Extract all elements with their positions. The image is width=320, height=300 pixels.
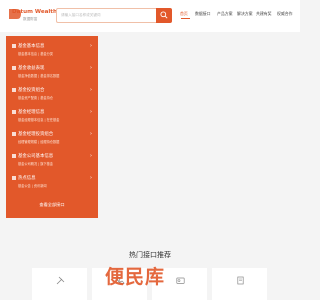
nav-products[interactable]: 产品方案 <box>217 11 233 17</box>
logo-sub: 数据財富 <box>23 17 38 21</box>
bullet-icon <box>12 88 16 92</box>
sidebar-item-fund-portfolio[interactable]: 基金投资组合 基金资产配置 | 基金持仓 › <box>6 84 98 106</box>
search-bar: 请输入接口名称或关键词 <box>56 8 172 23</box>
chevron-right-icon: › <box>90 131 92 137</box>
chevron-right-icon: › <box>90 153 92 159</box>
nav-co-build[interactable]: 共建有奖 <box>256 11 272 17</box>
sidebar-item-fund-performance[interactable]: 基金收益表现 基金净值数据 | 基金排名数据 › <box>6 62 98 84</box>
category-sidebar: 基金基本信息 基金基本信息 | 基金分类 › 基金收益表现 基金净值数据 | 基… <box>6 36 98 218</box>
sidebar-item-subs: 基金基本信息 | 基金分类 <box>18 52 53 56</box>
sidebar-item-fund-manager[interactable]: 基金经理信息 基金经理基本信息 | 在任基金 › <box>6 106 98 128</box>
search-placeholder: 请输入接口名称或关键词 <box>61 13 101 17</box>
page: Datum Wealth 数据財富 请输入接口名称或关键词 首页 数据接口 产品… <box>0 0 300 300</box>
bullet-icon <box>12 176 16 180</box>
sidebar-item-subs: 基金净值数据 | 基金排名数据 <box>18 74 60 78</box>
id-card-icon <box>176 277 185 284</box>
bullet-icon <box>12 132 16 136</box>
sidebar-item-title: 基金基本信息 <box>18 44 45 49</box>
api-card[interactable] <box>212 268 267 300</box>
chevron-right-icon: › <box>90 109 92 115</box>
sidebar-item-subs: 基金资产配置 | 基金持仓 <box>18 96 53 100</box>
nav-data-api[interactable]: 数据接口 <box>195 11 211 17</box>
nav-solutions[interactable]: 解决方案 <box>237 11 253 17</box>
sidebar-item-title: 热点信息 <box>18 176 36 181</box>
sidebar-item-subs: 基金公告 | 资讯新闻 <box>18 184 47 188</box>
sidebar-item-fund-company[interactable]: 基金公司基本信息 基金公司概况 | 旗下基金 › <box>6 150 98 172</box>
bullet-icon <box>12 110 16 114</box>
sidebar-item-subs: 经理管理规模 | 经理持仓数据 <box>18 140 60 144</box>
search-button[interactable] <box>156 8 172 23</box>
bullet-icon <box>12 44 16 48</box>
chevron-right-icon: › <box>90 65 92 71</box>
section-title: 热门接口推荐 <box>129 251 171 259</box>
logo-text: Datum Wealth <box>12 9 57 15</box>
search-icon <box>160 11 168 19</box>
tools-icon <box>56 276 65 285</box>
chevron-right-icon: › <box>90 43 92 49</box>
nav-home[interactable]: 首页 <box>180 11 188 17</box>
sidebar-item-fund-basic[interactable]: 基金基本信息 基金基本信息 | 基金分类 › <box>6 40 98 62</box>
view-all-apis-link[interactable]: 查看全部接口 <box>6 202 98 208</box>
sidebar-item-title: 基金收益表现 <box>18 66 45 71</box>
nav-partners[interactable]: 权威合作 <box>277 11 293 17</box>
bullet-icon <box>12 66 16 70</box>
sidebar-item-title: 基金经理投资组合 <box>18 132 54 137</box>
sidebar-item-title: 基金投资组合 <box>18 88 45 93</box>
sidebar-item-subs: 基金经理基本信息 | 在任基金 <box>18 118 60 122</box>
sidebar-item-hot-info[interactable]: 热点信息 基金公告 | 资讯新闻 › <box>6 172 98 194</box>
sidebar-item-title: 基金公司基本信息 <box>18 154 54 159</box>
chevron-right-icon: › <box>90 175 92 181</box>
hero: 基金基本信息 基金基本信息 | 基金分类 › 基金收益表现 基金净值数据 | 基… <box>0 32 300 222</box>
watermark: 便民库 <box>105 266 166 288</box>
bullet-icon <box>12 154 16 158</box>
nav-active-underline <box>181 18 190 19</box>
sidebar-item-subs: 基金公司概况 | 旗下基金 <box>18 162 53 166</box>
search-input[interactable]: 请输入接口名称或关键词 <box>56 8 156 23</box>
logo[interactable]: Datum Wealth 数据財富 <box>8 7 57 27</box>
sidebar-item-title: 基金经理信息 <box>18 110 45 115</box>
chevron-right-icon: › <box>90 87 92 93</box>
api-card[interactable] <box>32 268 87 300</box>
header: Datum Wealth 数据財富 请输入接口名称或关键词 首页 数据接口 产品… <box>0 0 300 32</box>
sidebar-item-manager-portfolio[interactable]: 基金经理投资组合 经理管理规模 | 经理持仓数据 › <box>6 128 98 150</box>
document-icon <box>237 276 244 285</box>
